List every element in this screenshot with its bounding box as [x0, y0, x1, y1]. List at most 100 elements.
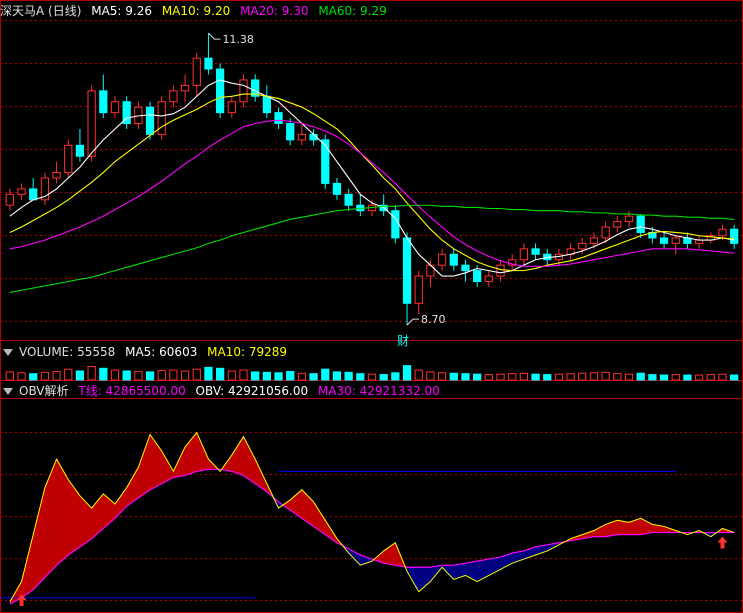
- volume-bar: [134, 370, 143, 381]
- obv-ma30-line: [9, 468, 735, 605]
- t-line-readout: T线: 42865500.00: [78, 384, 186, 398]
- candle: [461, 259, 470, 282]
- candle-body: [29, 188, 38, 201]
- ma10-line: [9, 93, 735, 272]
- candle: [566, 243, 575, 260]
- candle: [496, 259, 505, 282]
- candle: [99, 74, 108, 119]
- candle: [659, 232, 669, 249]
- volume-bar: [192, 368, 201, 381]
- obv-fill: [114, 486, 127, 519]
- candle-body: [169, 90, 178, 103]
- volume-bar: [64, 368, 73, 381]
- candle: [613, 216, 622, 233]
- candle-body: [52, 172, 61, 179]
- candle: [671, 235, 680, 255]
- volume-bar: [426, 371, 435, 381]
- candle-body: [473, 270, 482, 283]
- candle-body: [99, 90, 108, 114]
- volume-bar: [566, 373, 575, 381]
- collapse-volume-icon[interactable]: [3, 349, 13, 356]
- volume-bar: [122, 370, 131, 381]
- obv-panel-header: OBV解析 T线: 42865500.00 OBV: 42921056.00 M…: [0, 382, 446, 400]
- candle-body: [437, 253, 447, 266]
- volume-bars: [5, 365, 739, 381]
- candle: [180, 74, 190, 102]
- candle: [636, 213, 645, 238]
- volume-bar: [110, 369, 120, 381]
- volume-bar: [461, 373, 470, 381]
- volume-bar: [636, 372, 645, 381]
- candlestick-chart[interactable]: [5, 33, 739, 326]
- candle: [426, 259, 435, 287]
- candle-body: [519, 248, 528, 261]
- candle-body: [624, 215, 634, 223]
- stock-chart-canvas[interactable]: 11.38 8.70 财: [0, 0, 743, 613]
- volume-bar: [589, 372, 599, 381]
- candle: [508, 254, 517, 271]
- candle-body: [414, 275, 423, 304]
- candle-body: [636, 215, 645, 233]
- obv-fill: [68, 478, 81, 556]
- obv-fill: [196, 432, 209, 472]
- obv-fill: [418, 566, 431, 593]
- volume-bar: [29, 373, 38, 381]
- candle: [251, 74, 260, 102]
- candle: [379, 194, 388, 217]
- high-price-label: 11.38: [222, 33, 254, 46]
- candle: [40, 172, 50, 206]
- volume-bar: [402, 365, 412, 381]
- candle: [694, 235, 704, 249]
- obv-ma30-readout: MA30: 42921332.00: [317, 384, 440, 398]
- obv-fill: [231, 435, 244, 476]
- candle-body: [145, 106, 155, 135]
- stock-title: 深天马A (日线): [0, 4, 82, 18]
- candle-body: [601, 226, 610, 239]
- collapse-obv-icon[interactable]: [3, 388, 13, 395]
- buy-signal-arrow-icon: [717, 536, 728, 549]
- candle: [437, 248, 447, 271]
- candle: [192, 52, 201, 97]
- candle-body: [87, 90, 96, 157]
- volume-bar: [624, 373, 634, 381]
- volume-bar: [262, 371, 271, 381]
- candle: [297, 123, 307, 146]
- volume-bar: [251, 371, 260, 381]
- candle-body: [449, 253, 458, 266]
- candle: [110, 96, 120, 119]
- ma60-readout: MA60: 9.29: [318, 4, 387, 18]
- volume-bar: [169, 369, 178, 381]
- candle-body: [5, 193, 14, 206]
- obv-fill: [126, 466, 139, 507]
- volume-bar: [578, 372, 587, 381]
- candle-body: [730, 228, 739, 244]
- candle: [157, 96, 166, 140]
- volume-bar: [543, 374, 552, 381]
- volume-bar: [601, 371, 610, 381]
- volume-bar: [286, 370, 295, 381]
- volume-bar: [531, 373, 540, 381]
- financial-report-badge[interactable]: 财: [397, 334, 409, 348]
- volume-bar: [367, 373, 377, 381]
- candle-body: [402, 237, 412, 304]
- candle: [29, 178, 38, 201]
- candle-body: [192, 57, 201, 86]
- candle-body: [180, 84, 190, 92]
- volume-bar: [309, 373, 318, 381]
- obv-readout: OBV: 42921056.00: [195, 384, 309, 398]
- candle: [17, 183, 26, 200]
- candle: [227, 96, 236, 119]
- obv-chart: [0, 431, 735, 606]
- obv-line: [9, 431, 735, 603]
- candle-body: [262, 95, 271, 114]
- candle-body: [718, 228, 727, 237]
- candle: [239, 74, 248, 108]
- volume-bar: [496, 373, 505, 381]
- candle: [683, 232, 692, 249]
- candle: [484, 270, 493, 287]
- candle-body: [321, 139, 330, 184]
- candle-body: [671, 237, 680, 244]
- volume-bar: [437, 372, 447, 381]
- volume-bar: [344, 371, 353, 381]
- obv-fill: [254, 459, 268, 493]
